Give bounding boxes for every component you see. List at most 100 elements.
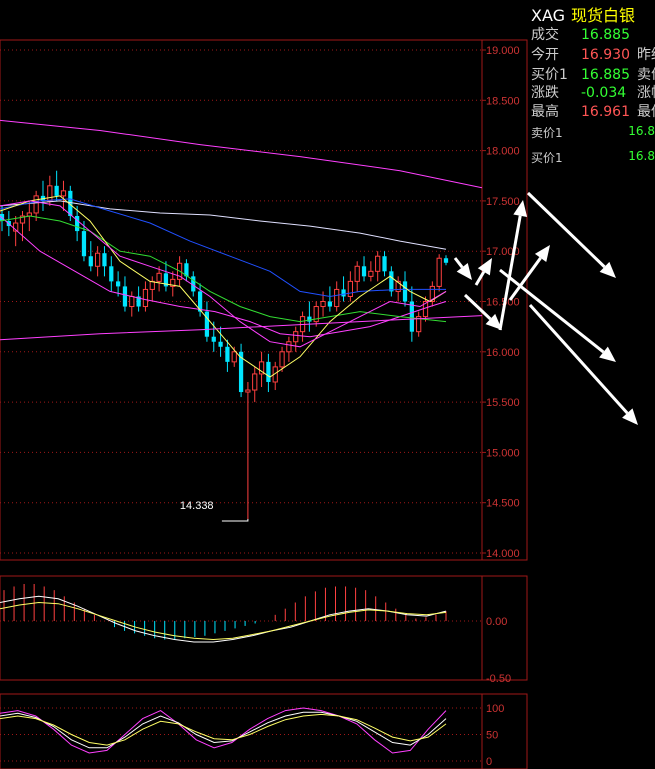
quote-value: 16.885 (581, 27, 630, 43)
candle-body (122, 286, 128, 307)
candle-body (47, 185, 53, 202)
candle-body (231, 351, 237, 363)
quote-value: 16.930 (581, 47, 630, 63)
quote-value: 16.885 (581, 67, 630, 83)
quote-extra: 最低 (637, 104, 655, 120)
candle-body (347, 280, 353, 297)
quote-label: 买价1 (531, 67, 568, 83)
candle-body (286, 341, 292, 353)
candle-body (211, 336, 216, 342)
macd-tick-label: -0.50 (486, 673, 511, 685)
candle-body (142, 288, 149, 308)
candle-body (60, 190, 67, 197)
macd-indicator (0, 584, 447, 643)
sell1-row: 卖价1 16.8 (531, 124, 655, 141)
buy1-value: 16.8 (628, 149, 655, 163)
candle-body (341, 289, 346, 297)
candle-body (26, 212, 32, 217)
price-chart: 19.000 18.500 18.000 17.500 17.000 16.500 16.0… (0, 39, 528, 769)
y-tick-label: 16.500 (486, 297, 520, 309)
candle-body (81, 231, 87, 257)
quote-row: 涨跌 -0.034 涨幅 (531, 83, 655, 103)
candle-body (368, 270, 374, 277)
candle-body (409, 301, 414, 332)
candle-body (149, 280, 155, 290)
y-tick-label: 17.500 (486, 196, 520, 208)
candle-body (102, 253, 107, 267)
symbol-code: XAG (531, 6, 566, 25)
moving-average-line (0, 119, 483, 189)
candle-body (204, 311, 210, 337)
candle-body (225, 346, 230, 362)
y-tick-label: 19.000 (486, 45, 520, 57)
symbol-name: 现货白银 (571, 6, 636, 25)
candle-body (109, 266, 114, 282)
buy1-row: 买价1 16.8 (531, 149, 655, 166)
candle-body (116, 281, 121, 287)
sell1-label: 卖价1 (531, 126, 563, 140)
quote-label: 今开 (531, 47, 559, 63)
y-tick-label: 14.500 (486, 498, 520, 510)
kdj-tick-label: 0 (486, 756, 492, 768)
candle-body (436, 257, 442, 287)
sell1-value: 16.8 (628, 124, 655, 138)
symbol-title: XAG 现货白银 (531, 2, 635, 26)
candle-body (402, 281, 408, 302)
candlestick-chart: 14.338 (0, 119, 483, 522)
quote-label: 涨跌 (531, 85, 559, 101)
moving-average-line (0, 215, 447, 338)
candle-body (218, 341, 223, 347)
kdj-tick-label: 50 (486, 730, 498, 742)
quote-row: 成交 16.885 (531, 25, 637, 45)
candle-body (88, 256, 93, 267)
candle-body (361, 266, 367, 277)
candle-body (382, 256, 387, 272)
candle-body (327, 301, 332, 307)
candle-body (293, 331, 299, 343)
chart-grid: 19.000 18.500 18.000 17.500 17.000 16.500 16.0… (0, 39, 528, 769)
candle-body (252, 373, 258, 391)
candle-body (54, 185, 59, 196)
candle-body (375, 255, 381, 272)
quote-row: 今开 16.930 昨结 (531, 45, 655, 65)
candle-body (334, 288, 340, 308)
candle-body (95, 252, 101, 267)
y-tick-label: 18.000 (486, 146, 520, 158)
candle-body (279, 351, 285, 368)
low-marker-line (221, 518, 249, 522)
macd-panel-frame (0, 575, 528, 681)
quote-value: -0.034 (581, 85, 627, 101)
quote-extra: 昨结 (637, 47, 655, 63)
quote-extra: 卖价 (637, 67, 655, 83)
candle-body (156, 272, 162, 282)
quote-row: 最高 16.961 最低 (531, 102, 655, 122)
macd-tick-label: 0.00 (486, 616, 507, 628)
candle-body (129, 295, 135, 308)
candle-body (307, 316, 312, 322)
candle-body (320, 301, 326, 308)
main-panel-frame (0, 39, 528, 561)
candle-body (245, 389, 251, 393)
quote-panel: XAG现货白银 成交16.885 今开16.930昨结 买价116.885卖价 … (529, 0, 655, 769)
quote-value: 16.961 (581, 104, 630, 120)
y-tick-label: 18.500 (486, 95, 520, 107)
candle-body (443, 258, 449, 263)
y-tick-label: 16.000 (486, 347, 520, 359)
kdj-panel-frame (0, 693, 528, 769)
y-tick-label: 14.000 (486, 548, 520, 560)
macd-line (0, 595, 447, 643)
candle-body (266, 361, 271, 382)
quote-extra: 涨幅 (637, 85, 655, 101)
kdj-tick-label: 100 (486, 703, 504, 715)
moving-average-line (0, 200, 447, 348)
y-tick-label: 15.500 (486, 397, 520, 409)
low-annotation-label: 14.338 (180, 500, 214, 512)
quote-label: 最高 (531, 104, 559, 120)
candle-body (33, 195, 39, 214)
macd-line (0, 601, 447, 641)
y-tick-label: 15.000 (486, 447, 520, 459)
candle-body (389, 271, 394, 292)
buy1-label: 买价1 (531, 151, 563, 165)
y-tick-label: 17.000 (486, 246, 520, 258)
moving-average-line (0, 198, 446, 298)
